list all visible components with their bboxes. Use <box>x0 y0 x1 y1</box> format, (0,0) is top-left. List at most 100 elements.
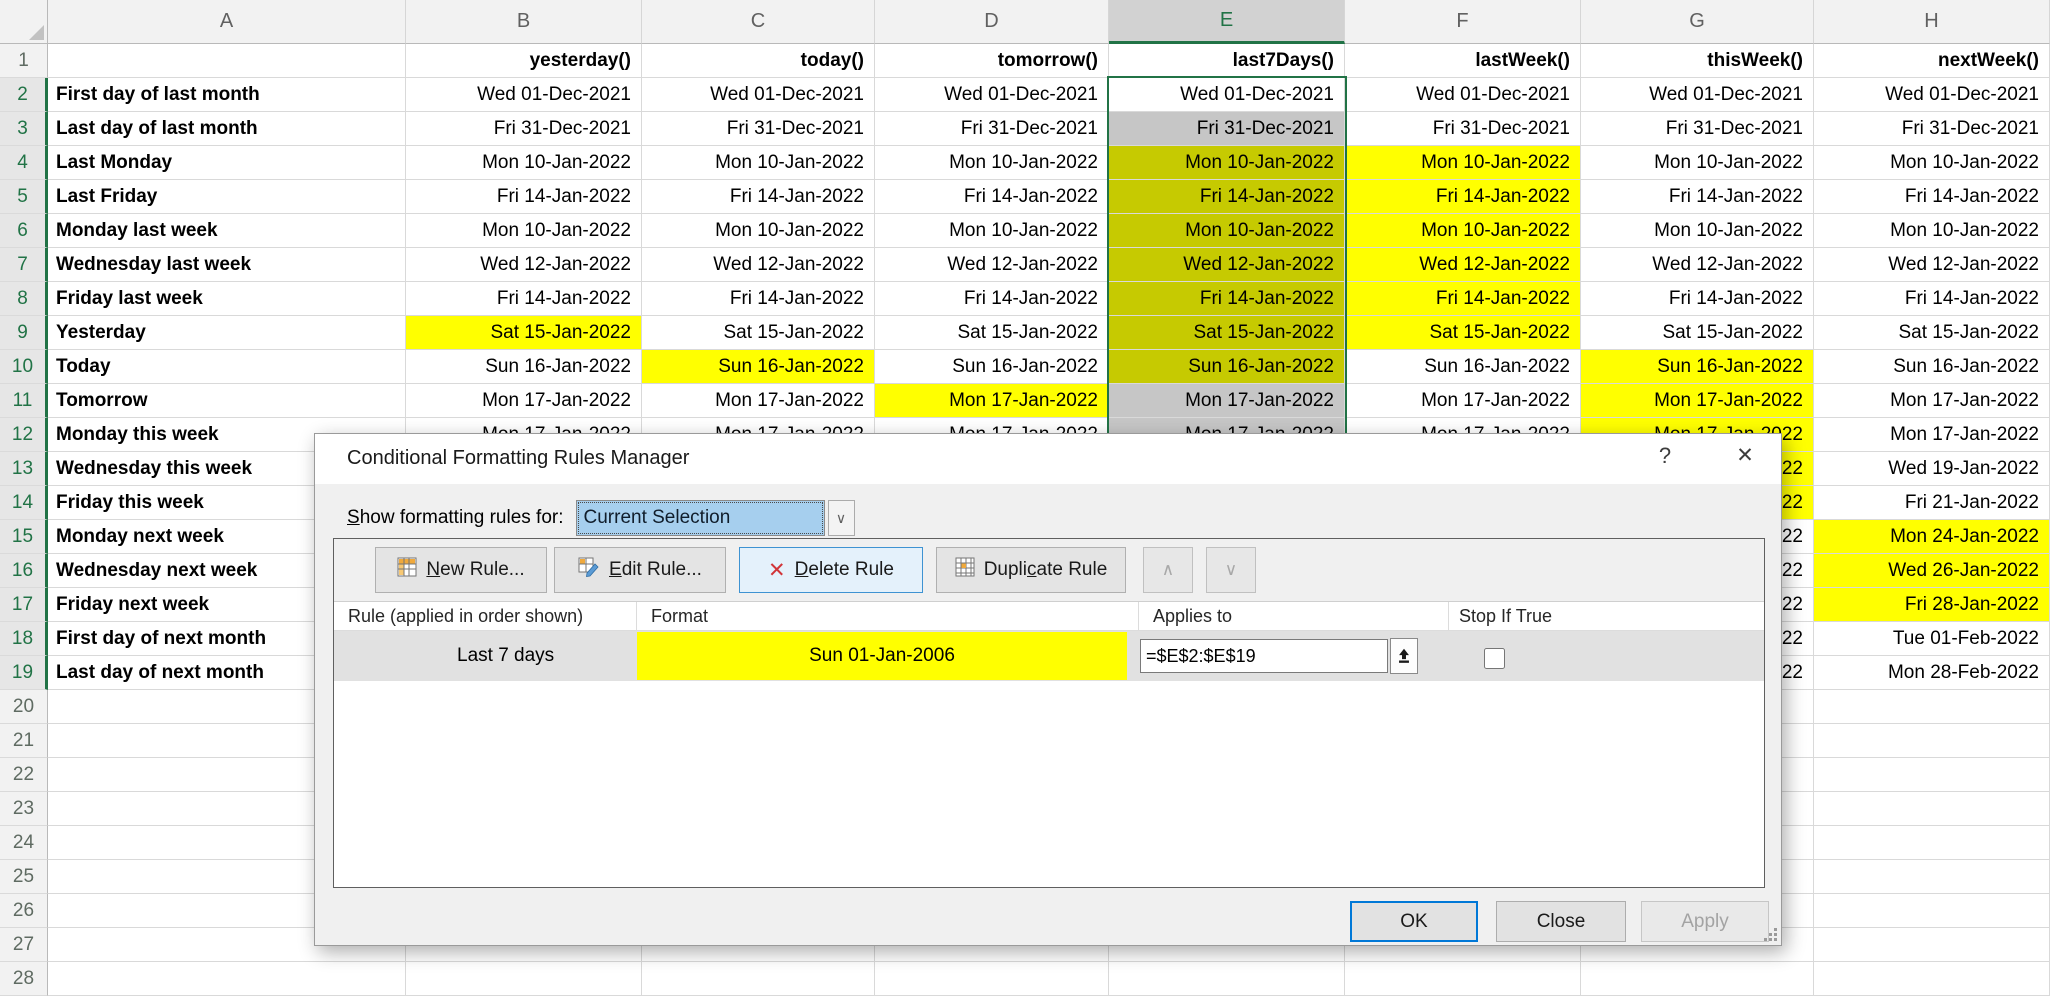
row-header-19[interactable]: 19 <box>0 656 48 690</box>
cell-D28[interactable] <box>875 962 1109 996</box>
cell-E1[interactable]: last7Days() <box>1109 44 1345 78</box>
cell-A2[interactable]: First day of last month <box>48 78 406 112</box>
cell-D6[interactable]: Mon 10-Jan-2022 <box>875 214 1109 248</box>
new-rule-button[interactable]: New Rule... <box>375 547 547 593</box>
cell-D4[interactable]: Mon 10-Jan-2022 <box>875 146 1109 180</box>
cell-A3[interactable]: Last day of last month <box>48 112 406 146</box>
cell-H21[interactable] <box>1814 724 2050 758</box>
cell-C3[interactable]: Fri 31-Dec-2021 <box>642 112 875 146</box>
cell-D11[interactable]: Mon 17-Jan-2022 <box>875 384 1109 418</box>
cell-B1[interactable]: yesterday() <box>406 44 642 78</box>
applies-to-input[interactable] <box>1140 639 1388 673</box>
cell-C4[interactable]: Mon 10-Jan-2022 <box>642 146 875 180</box>
row-header-4[interactable]: 4 <box>0 146 48 180</box>
cell-D5[interactable]: Fri 14-Jan-2022 <box>875 180 1109 214</box>
edit-rule-button[interactable]: Edit Rule... <box>554 547 726 593</box>
cell-F2[interactable]: Wed 01-Dec-2021 <box>1345 78 1581 112</box>
cell-H22[interactable] <box>1814 758 2050 792</box>
column-header-C[interactable]: C <box>642 0 875 44</box>
cell-B2[interactable]: Wed 01-Dec-2021 <box>406 78 642 112</box>
cell-F3[interactable]: Fri 31-Dec-2021 <box>1345 112 1581 146</box>
cell-H9[interactable]: Sat 15-Jan-2022 <box>1814 316 2050 350</box>
row-header-1[interactable]: 1 <box>0 44 48 78</box>
row-header-6[interactable]: 6 <box>0 214 48 248</box>
cell-E9[interactable]: Sat 15-Jan-2022 <box>1109 316 1345 350</box>
cell-H13[interactable]: Wed 19-Jan-2022 <box>1814 452 2050 486</box>
apply-button[interactable]: Apply <box>1641 901 1769 942</box>
cell-D7[interactable]: Wed 12-Jan-2022 <box>875 248 1109 282</box>
row-header-3[interactable]: 3 <box>0 112 48 146</box>
cell-G1[interactable]: thisWeek() <box>1581 44 1814 78</box>
cell-G10[interactable]: Sun 16-Jan-2022 <box>1581 350 1814 384</box>
row-header-5[interactable]: 5 <box>0 180 48 214</box>
cell-A5[interactable]: Last Friday <box>48 180 406 214</box>
row-header-21[interactable]: 21 <box>0 724 48 758</box>
cell-H7[interactable]: Wed 12-Jan-2022 <box>1814 248 2050 282</box>
column-header-E[interactable]: E <box>1109 0 1345 44</box>
resize-grip-icon[interactable] <box>1764 928 1778 942</box>
column-header-D[interactable]: D <box>875 0 1109 44</box>
cell-H18[interactable]: Tue 01-Feb-2022 <box>1814 622 2050 656</box>
cell-A1[interactable] <box>48 44 406 78</box>
row-header-16[interactable]: 16 <box>0 554 48 588</box>
cell-H10[interactable]: Sun 16-Jan-2022 <box>1814 350 2050 384</box>
cell-C2[interactable]: Wed 01-Dec-2021 <box>642 78 875 112</box>
cell-H19[interactable]: Mon 28-Feb-2022 <box>1814 656 2050 690</box>
cell-C5[interactable]: Fri 14-Jan-2022 <box>642 180 875 214</box>
cell-H8[interactable]: Fri 14-Jan-2022 <box>1814 282 2050 316</box>
rule-row[interactable]: Last 7 days Sun 01-Jan-2006 <box>334 631 1764 681</box>
cell-A10[interactable]: Today <box>48 350 406 384</box>
cell-H5[interactable]: Fri 14-Jan-2022 <box>1814 180 2050 214</box>
scope-dropdown-value[interactable]: Current Selection <box>576 500 825 536</box>
cell-E5[interactable]: Fri 14-Jan-2022 <box>1109 180 1345 214</box>
column-header-G[interactable]: G <box>1581 0 1814 44</box>
cell-A6[interactable]: Monday last week <box>48 214 406 248</box>
cell-G3[interactable]: Fri 31-Dec-2021 <box>1581 112 1814 146</box>
duplicate-rule-button[interactable]: Duplicate Rule <box>936 547 1126 593</box>
row-header-14[interactable]: 14 <box>0 486 48 520</box>
row-header-20[interactable]: 20 <box>0 690 48 724</box>
cell-H16[interactable]: Wed 26-Jan-2022 <box>1814 554 2050 588</box>
row-header-13[interactable]: 13 <box>0 452 48 486</box>
cell-E28[interactable] <box>1109 962 1345 996</box>
cell-D2[interactable]: Wed 01-Dec-2021 <box>875 78 1109 112</box>
cell-E4[interactable]: Mon 10-Jan-2022 <box>1109 146 1345 180</box>
delete-rule-button[interactable]: ✕Delete Rule <box>739 547 923 593</box>
row-header-7[interactable]: 7 <box>0 248 48 282</box>
cell-H1[interactable]: nextWeek() <box>1814 44 2050 78</box>
column-header-B[interactable]: B <box>406 0 642 44</box>
cell-B10[interactable]: Sun 16-Jan-2022 <box>406 350 642 384</box>
move-down-button[interactable]: ∨ <box>1206 547 1256 593</box>
cell-H28[interactable] <box>1814 962 2050 996</box>
cell-E8[interactable]: Fri 14-Jan-2022 <box>1109 282 1345 316</box>
cell-B8[interactable]: Fri 14-Jan-2022 <box>406 282 642 316</box>
cell-H20[interactable] <box>1814 690 2050 724</box>
row-header-18[interactable]: 18 <box>0 622 48 656</box>
column-header-F[interactable]: F <box>1345 0 1581 44</box>
cell-C28[interactable] <box>642 962 875 996</box>
cell-H17[interactable]: Fri 28-Jan-2022 <box>1814 588 2050 622</box>
cell-H25[interactable] <box>1814 860 2050 894</box>
cell-A28[interactable] <box>48 962 406 996</box>
row-header-24[interactable]: 24 <box>0 826 48 860</box>
stop-if-true-checkbox[interactable] <box>1484 648 1505 669</box>
cell-F8[interactable]: Fri 14-Jan-2022 <box>1345 282 1581 316</box>
cell-E11[interactable]: Mon 17-Jan-2022 <box>1109 384 1345 418</box>
cell-H23[interactable] <box>1814 792 2050 826</box>
row-header-27[interactable]: 27 <box>0 928 48 962</box>
cell-F10[interactable]: Sun 16-Jan-2022 <box>1345 350 1581 384</box>
row-header-23[interactable]: 23 <box>0 792 48 826</box>
cell-G28[interactable] <box>1581 962 1814 996</box>
cell-A8[interactable]: Friday last week <box>48 282 406 316</box>
cell-H15[interactable]: Mon 24-Jan-2022 <box>1814 520 2050 554</box>
cell-D3[interactable]: Fri 31-Dec-2021 <box>875 112 1109 146</box>
cell-C10[interactable]: Sun 16-Jan-2022 <box>642 350 875 384</box>
cell-B7[interactable]: Wed 12-Jan-2022 <box>406 248 642 282</box>
cell-C9[interactable]: Sat 15-Jan-2022 <box>642 316 875 350</box>
cell-G11[interactable]: Mon 17-Jan-2022 <box>1581 384 1814 418</box>
row-header-22[interactable]: 22 <box>0 758 48 792</box>
close-button[interactable]: Close <box>1496 901 1626 942</box>
cell-H11[interactable]: Mon 17-Jan-2022 <box>1814 384 2050 418</box>
cell-D9[interactable]: Sat 15-Jan-2022 <box>875 316 1109 350</box>
cell-E2[interactable]: Wed 01-Dec-2021 <box>1109 78 1345 112</box>
